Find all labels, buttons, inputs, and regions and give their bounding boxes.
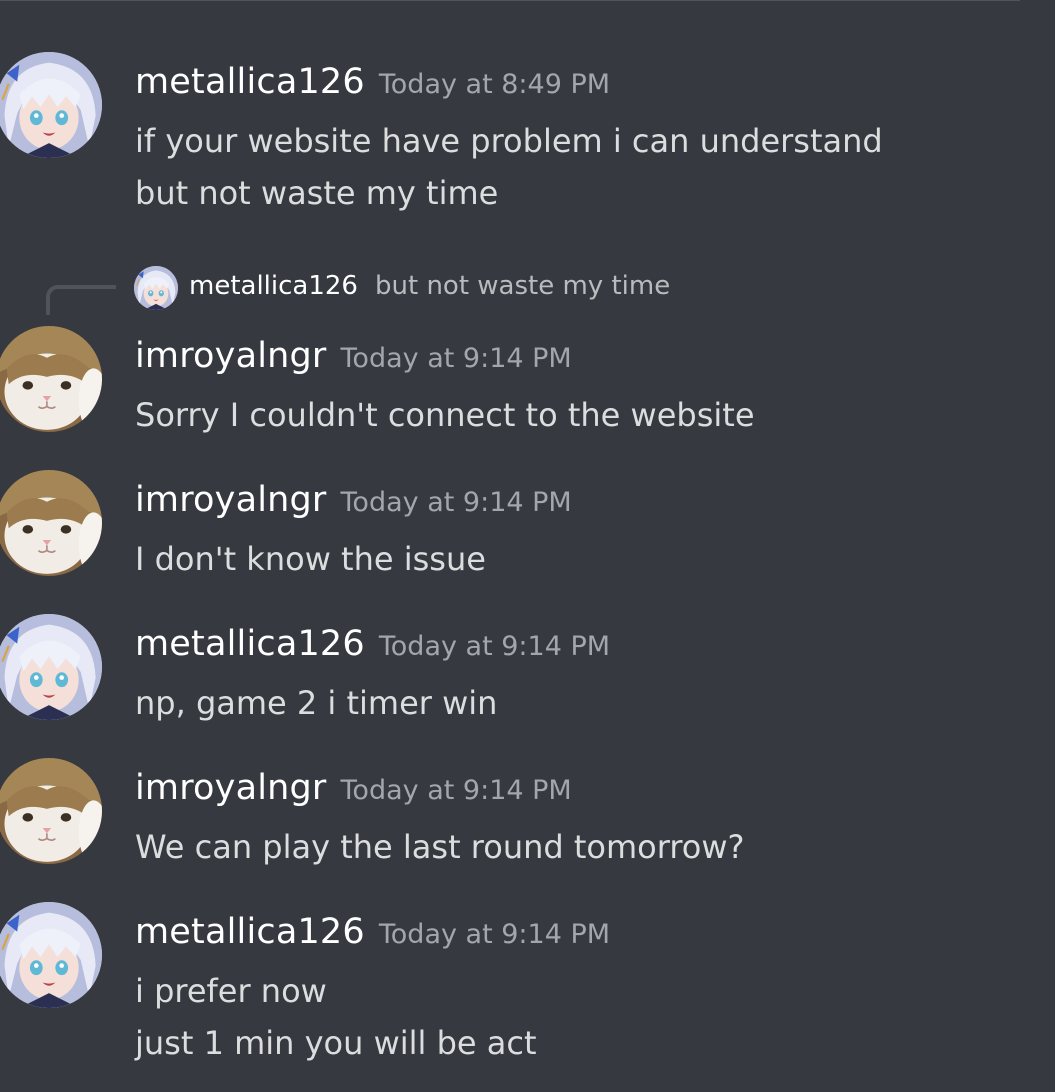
timestamp[interactable]: Today at 9:14 PM — [379, 919, 610, 950]
message-text: I don't know the issue — [135, 540, 486, 578]
message-text: We can play the last round tomorrow? — [135, 828, 745, 866]
timestamp[interactable]: Today at 9:14 PM — [341, 343, 572, 374]
timestamp[interactable]: Today at 9:14 PM — [341, 775, 572, 806]
message-header: metallica126 Today at 8:49 PM — [135, 62, 610, 102]
anime-girl-avatar-icon[interactable] — [0, 52, 102, 158]
message-header: metallica126 Today at 9:14 PM — [135, 624, 610, 664]
username[interactable]: metallica126 — [135, 62, 365, 102]
cat-avatar-icon[interactable] — [0, 758, 102, 864]
message-text: np, game 2 i timer win — [135, 684, 498, 722]
cat-avatar-icon[interactable] — [0, 326, 102, 432]
message-text: just 1 min you will be act — [135, 1024, 537, 1062]
reply-username[interactable]: metallica126 — [189, 271, 358, 301]
timestamp[interactable]: Today at 8:49 PM — [379, 69, 610, 100]
message-header: imroyalngr Today at 9:14 PM — [135, 480, 572, 520]
top-divider — [0, 0, 1020, 1]
message-text: i prefer now — [135, 972, 327, 1010]
reply-preview[interactable]: but not waste my time — [375, 271, 670, 301]
message-text: if your website have problem i can under… — [135, 122, 883, 160]
reply-spine — [46, 285, 116, 315]
anime-girl-avatar-icon[interactable] — [0, 614, 102, 720]
message-text: Sorry I couldn't connect to the website — [135, 396, 755, 434]
message-header: imroyalngr Today at 9:14 PM — [135, 336, 572, 376]
anime-girl-avatar-icon[interactable] — [134, 266, 178, 310]
username[interactable]: metallica126 — [135, 912, 365, 952]
username[interactable]: imroyalngr — [135, 768, 327, 808]
timestamp[interactable]: Today at 9:14 PM — [341, 487, 572, 518]
anime-girl-avatar-icon[interactable] — [0, 902, 102, 1008]
username[interactable]: imroyalngr — [135, 336, 327, 376]
message-header: metallica126 Today at 9:14 PM — [135, 912, 610, 952]
message-text: but not waste my time — [135, 174, 499, 212]
timestamp[interactable]: Today at 9:14 PM — [379, 631, 610, 662]
message-header: imroyalngr Today at 9:14 PM — [135, 768, 572, 808]
cat-avatar-icon[interactable] — [0, 470, 102, 576]
username[interactable]: metallica126 — [135, 624, 365, 664]
username[interactable]: imroyalngr — [135, 480, 327, 520]
